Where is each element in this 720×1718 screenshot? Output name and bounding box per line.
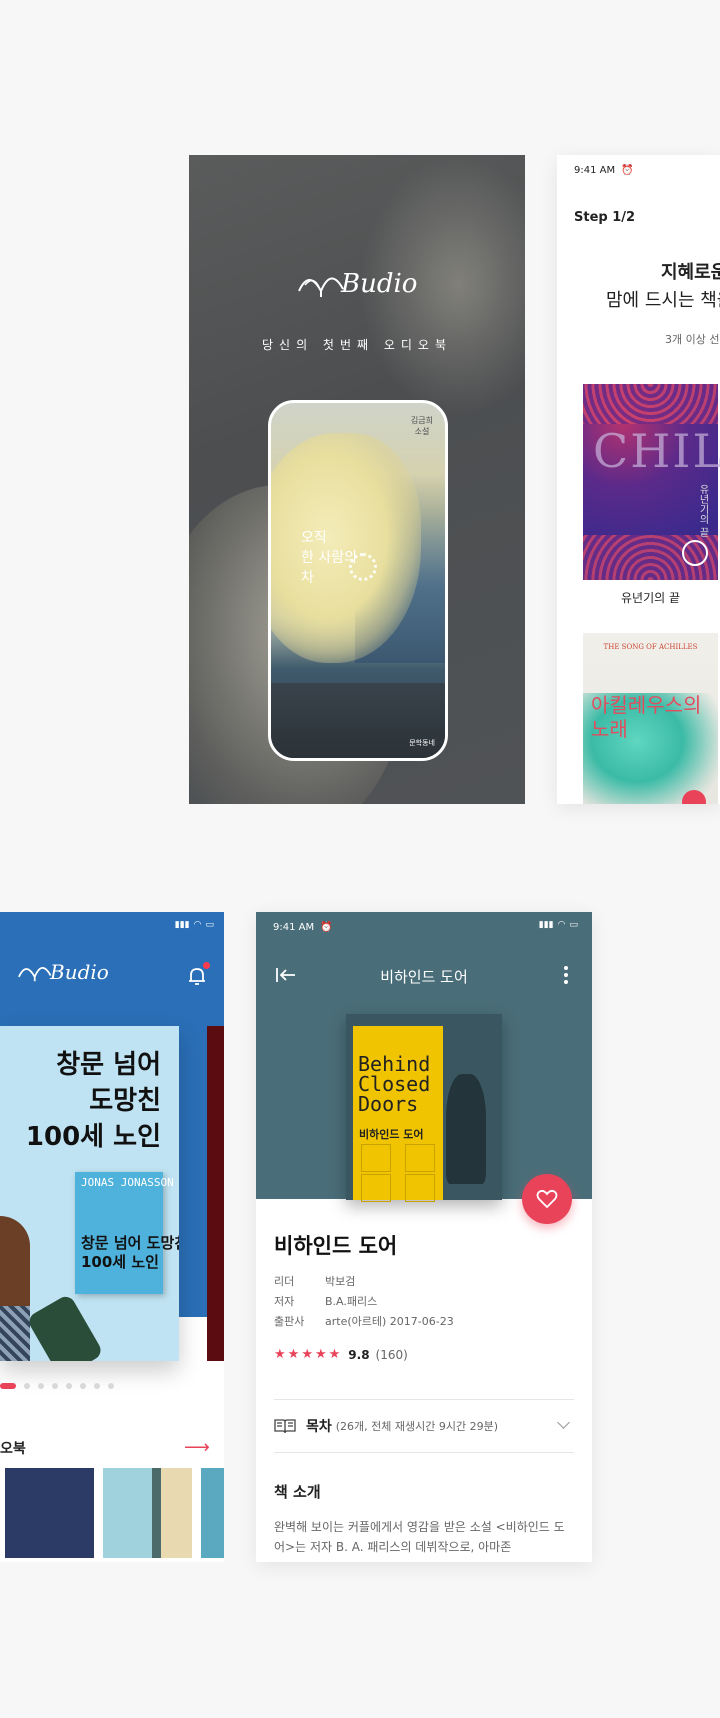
battery-icon: ▭ — [205, 920, 214, 930]
notification-dot — [203, 962, 210, 969]
cover-kr-title: 비하인드 도어 — [359, 1128, 424, 1141]
book-open-icon — [274, 1419, 296, 1434]
meta-author: 저자 B.A.패리스 — [274, 1295, 378, 1308]
budio-logo[interactable]: Budio — [16, 954, 109, 984]
cover-text: CHIL — [593, 424, 720, 478]
book-title: 유년기의 끝 — [620, 591, 680, 605]
favorite-button[interactable] — [522, 1174, 572, 1224]
status-time: 9:41 AM — [574, 165, 616, 176]
banner-headline: 창문 넘어 도망친 100세 노인 — [25, 1050, 161, 1152]
carousel-indicator — [0, 1383, 114, 1389]
select-circle-icon[interactable] — [682, 540, 708, 566]
toc-row[interactable]: 목차 (26개, 전체 재생시간 9시간 29분) — [274, 1399, 574, 1453]
signal-icon: ▮▮▮ — [538, 920, 554, 930]
step-subtitle: 3개 이상 선 — [665, 333, 720, 346]
star-icon: ★ — [274, 1347, 286, 1362]
book-title: 오직 한 사람의 차 — [301, 530, 357, 586]
meta-reader: 리더 박보검 — [274, 1275, 356, 1288]
arrow-right-icon[interactable]: ⟶ — [184, 1437, 210, 1458]
status-icons: ▮▮▮ ◠ ▭ — [539, 920, 578, 930]
cover-kr-title: 아킬레우스의 노래 — [591, 693, 702, 741]
status-time: 9:41 AM — [273, 922, 315, 933]
book-logo-icon — [298, 277, 344, 297]
book-thumbnail[interactable] — [5, 1468, 94, 1558]
book-detail-screen: 9:41 AM ⏰ ▮▮▮ ◠ ▭ 비하인드 도어 Behind Closed … — [256, 912, 592, 1562]
book-logo-icon — [18, 967, 52, 982]
book-thumbnail[interactable] — [201, 1468, 224, 1558]
next-banner-card[interactable] — [207, 1026, 224, 1361]
signal-icon: ▮▮▮ — [174, 920, 190, 930]
nav-title: 비하인드 도어 — [380, 968, 468, 986]
dot-active — [0, 1383, 16, 1389]
loading-spinner-icon — [349, 553, 377, 581]
rating: ★ ★ ★ ★ ★ 9.8 (160) — [274, 1347, 408, 1362]
heart-icon — [536, 1189, 558, 1209]
meta-publisher: 출판사 arte(아르테) 2017-06-23 — [274, 1315, 454, 1328]
alarm-icon: ⏰ — [621, 165, 634, 176]
cover-vertical-title: 유년기의 끝 — [697, 484, 708, 538]
toc-label: 목차 — [306, 1419, 332, 1435]
book-title: 비하인드 도어 — [274, 1234, 398, 1258]
phone-mockup: 김금희 소설 오직 한 사람의 차 문학동네 — [268, 400, 448, 761]
status-icons: ▮▮▮ ◠ ▭ — [175, 920, 214, 930]
book-thumbnail[interactable] — [103, 1468, 192, 1558]
battery-icon: ▭ — [569, 920, 578, 930]
star-icon: ★ — [301, 1347, 313, 1362]
book-card[interactable]: THE SONG OF ACHILLES 아킬레우스의 노래 — [583, 633, 718, 804]
wifi-icon: ◠ — [557, 920, 566, 930]
rating-count: (160) — [375, 1347, 408, 1362]
section-title: 오북 — [0, 1441, 26, 1457]
star-icon: ★ — [314, 1347, 327, 1362]
bell-icon[interactable] — [186, 962, 210, 987]
rating-score: 9.8 — [348, 1347, 370, 1362]
splash-screen: Budio 당신의 첫번째 오디오북 김금희 소설 오직 한 사람의 차 문학동… — [189, 155, 525, 804]
budio-logo: Budio — [295, 261, 417, 299]
book-card[interactable]: CHIL 유년기의 끝 — [583, 384, 720, 580]
status-bar: 9:41 AM ⏰ — [574, 165, 634, 176]
tagline: 당신의 첫번째 오디오북 — [261, 338, 453, 352]
home-screen: ▮▮▮ ◠ ▭ Budio 창문 넘어 도망친 100세 노인 JONAS JO… — [0, 912, 224, 1562]
banner-book-cover: JONAS JONASSON 창문 넘어 도망친 100세 노인 — [75, 1172, 179, 1294]
cover-eng-title: THE SONG OF ACHILLES — [603, 643, 698, 651]
wifi-icon: ◠ — [193, 920, 202, 930]
book-author: 김금희 소설 — [410, 416, 433, 436]
more-icon[interactable] — [562, 964, 570, 986]
step-label: Step 1/2 — [574, 210, 636, 225]
star-icon: ★ — [328, 1347, 341, 1362]
intro-body: 완벽해 보이는 커플에게서 영감을 받은 소설 <비하인드 도어>는 저자 B.… — [274, 1520, 565, 1554]
chevron-down-icon[interactable] — [557, 1416, 570, 1429]
step-heading: 지혜로운 — [661, 262, 720, 283]
step-heading-2: 맘에 드시는 책을 — [606, 290, 720, 311]
star-icon: ★ — [287, 1347, 300, 1362]
cover-eng-title: Behind Closed Doors — [358, 1052, 431, 1116]
alarm-icon: ⏰ — [320, 922, 333, 933]
toc-sub: (26개, 전체 재생시간 9시간 29분) — [335, 1420, 499, 1433]
intro-title: 책 소개 — [274, 1483, 321, 1501]
onboarding-step-screen: 9:41 AM ⏰ Step 1/2 지혜로운 맘에 드시는 책을 3개 이상 … — [557, 155, 720, 804]
book-publisher: 문학동네 — [409, 739, 435, 747]
status-bar: 9:41 AM ⏰ — [273, 922, 333, 933]
book-cover: Behind Closed Doors 비하인드 도어 — [346, 1014, 502, 1202]
banner-card[interactable]: 창문 넘어 도망친 100세 노인 JONAS JONASSON 창문 넘어 도… — [0, 1026, 179, 1361]
